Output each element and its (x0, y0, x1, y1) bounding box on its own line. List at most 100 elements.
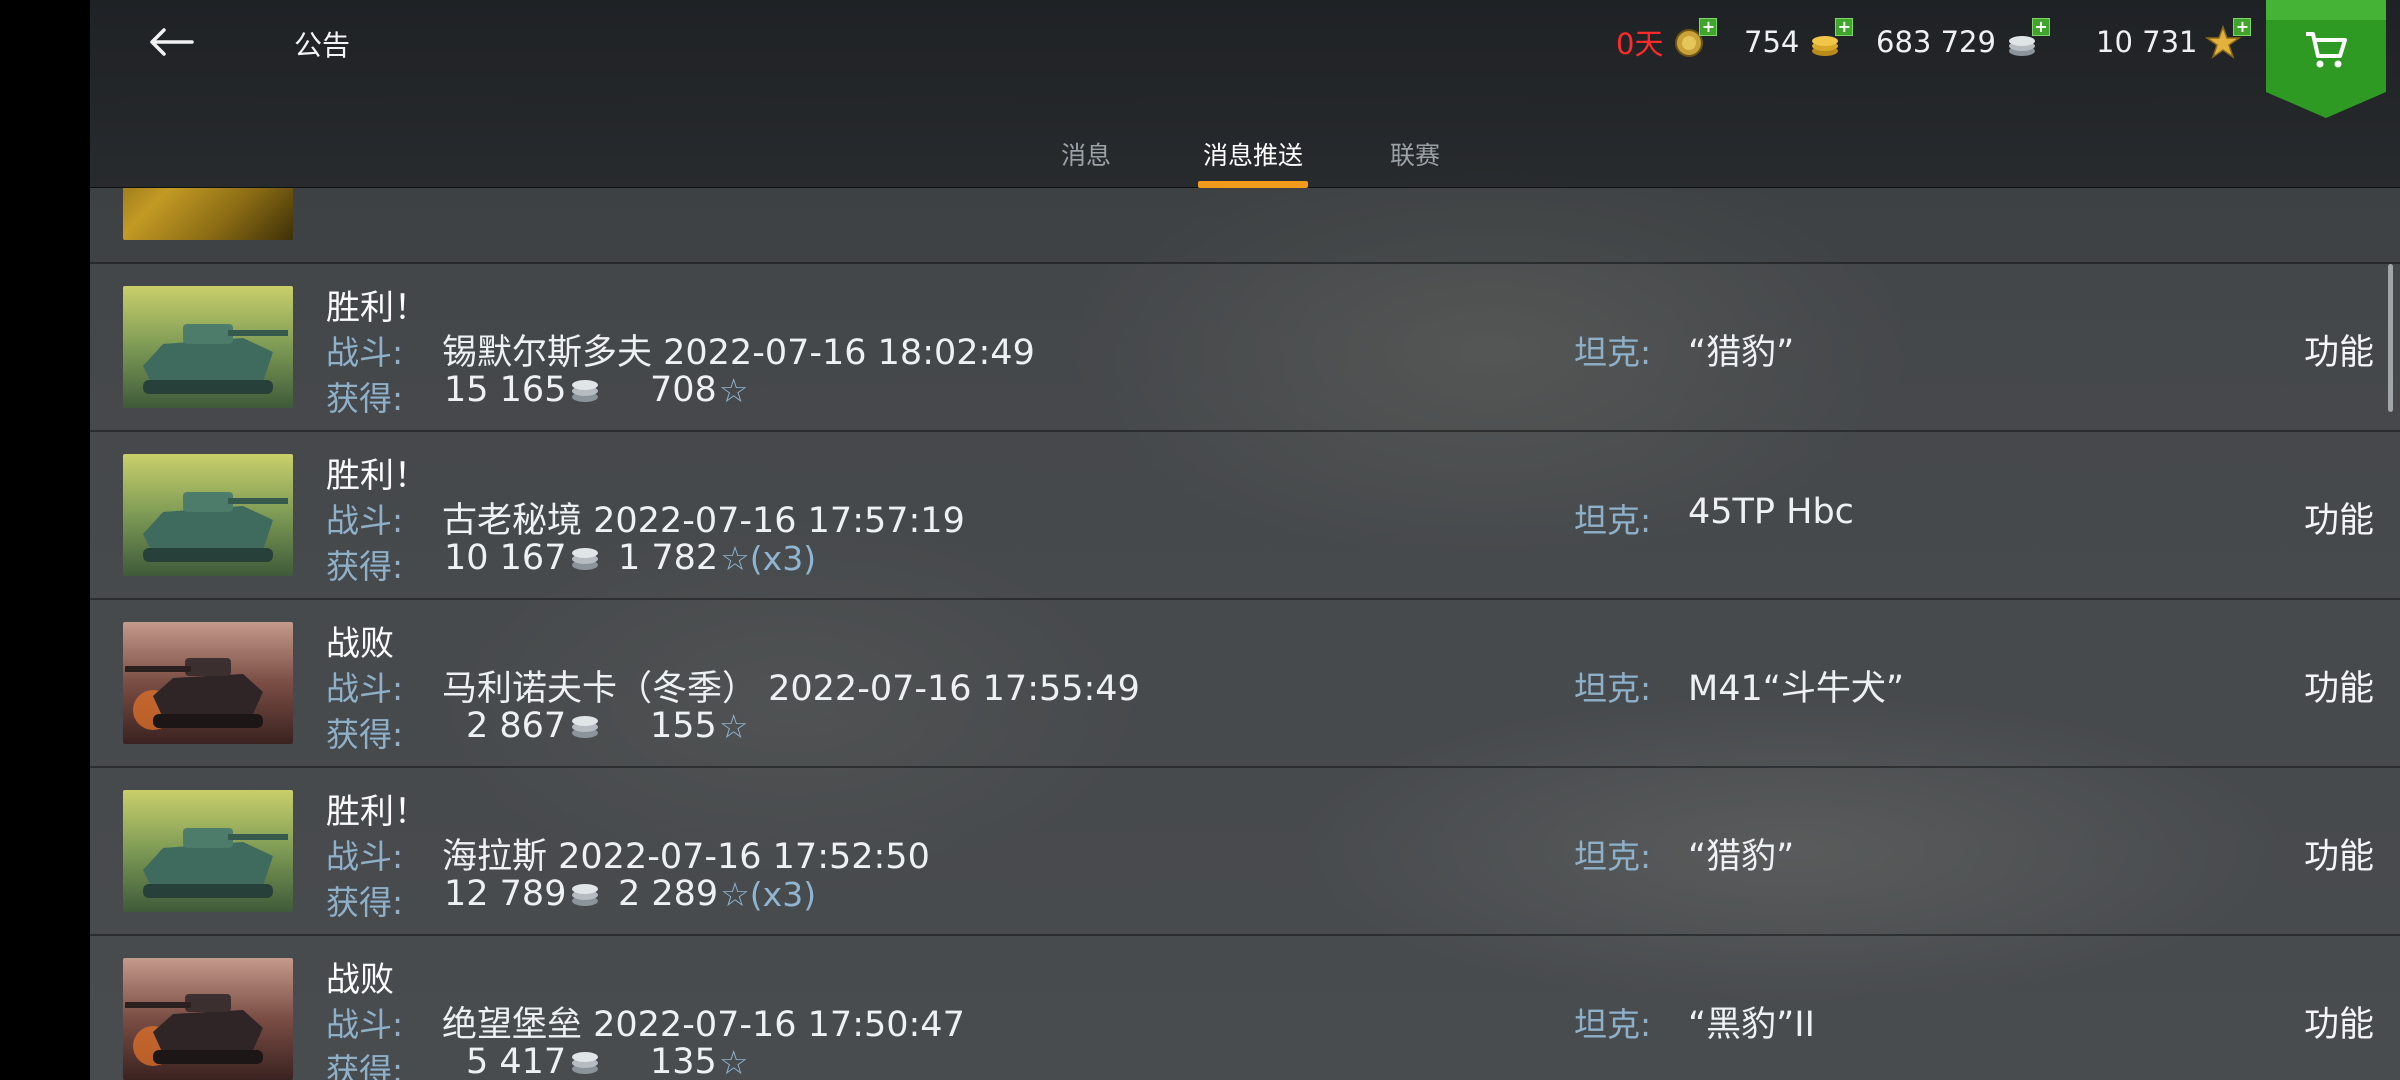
battle-info: 海拉斯 2022-07-16 17:52:50 (442, 837, 930, 877)
tank-label: 坦克: (1574, 1005, 1652, 1044)
shop-button[interactable] (2266, 0, 2386, 118)
credits-earned-value: 2 867 (466, 706, 567, 746)
battle-result: 战败 (326, 960, 394, 1000)
message-list[interactable]: 胜利！ 战斗: 锡默尔斯多夫 2022-07-16 18:02:49 获得: 1… (90, 188, 2400, 1080)
list-item[interactable]: 胜利！ 战斗: 锡默尔斯多夫 2022-07-16 18:02:49 获得: 1… (90, 264, 2400, 432)
tab-push-messages[interactable]: 消息推送 (1198, 128, 1308, 188)
credits-counter[interactable]: 683 729 + (1876, 18, 2050, 64)
battle-info: 锡默尔斯多夫 2022-07-16 18:02:49 (442, 333, 1035, 373)
game-screen: 公告 0天 + 754 + 683 729 + 10 731 + 消息 消息推送… (90, 0, 2400, 1080)
list-item[interactable] (90, 188, 2400, 264)
list-item[interactable]: 战败 战斗: 马利诺夫卡（冬季） 2022-07-16 17:55:49 获得:… (90, 600, 2400, 768)
earned-xp: 708 ☆ (650, 370, 748, 410)
earned-xp: 1 782 ☆ (x3) (618, 538, 816, 578)
battle-info: 绝望堡垒 2022-07-16 17:50:47 (442, 1005, 965, 1045)
add-free-xp-icon[interactable]: + (2233, 18, 2252, 36)
earned-label: 获得: (326, 883, 404, 922)
top-bar: 公告 0天 + 754 + 683 729 + 10 731 + 消息 消息推送… (90, 0, 2400, 188)
function-button[interactable]: 功能 (2304, 660, 2374, 711)
tank-name: “猎豹” (1688, 333, 1795, 373)
tank-name: 45TP Hbc (1688, 492, 1854, 532)
add-gold-icon[interactable]: + (1835, 18, 1854, 36)
victory-thumbnail (123, 790, 293, 912)
add-credits-icon[interactable]: + (2031, 18, 2050, 36)
victory-thumbnail (123, 286, 293, 408)
battle-info: 马利诺夫卡（冬季） 2022-07-16 17:55:49 (442, 669, 1140, 709)
xp-earned-value: 2 289 (618, 874, 719, 914)
credits-earned-value: 10 167 (444, 538, 567, 578)
silver-coin-icon (572, 380, 599, 402)
tank-label: 坦克: (1574, 837, 1652, 876)
xp-star-icon: ☆ (718, 706, 749, 746)
battle-result: 胜利！ (326, 456, 428, 496)
xp-star-icon: ☆ (718, 370, 749, 410)
credits-earned-value: 15 165 (444, 370, 567, 410)
tank-name: M41“斗牛犬” (1688, 669, 1904, 709)
xp-multiplier: (x3) (749, 874, 817, 914)
premium-medal-icon: + (1671, 18, 1718, 60)
star-icon: + (2205, 18, 2252, 60)
battle-result: 胜利！ (326, 792, 428, 832)
victory-thumbnail (123, 454, 293, 576)
free-xp-counter[interactable]: 10 731 + (2096, 18, 2252, 64)
function-button[interactable]: 功能 (2304, 996, 2374, 1047)
tab-messages-label: 消息 (1060, 141, 1111, 170)
premium-days-value: 0天 (1616, 27, 1664, 61)
battle-label: 战斗: (326, 501, 404, 540)
list-item[interactable]: 胜利！ 战斗: 古老秘境 2022-07-16 17:57:19 获得: 10 … (90, 432, 2400, 600)
credits-earned-value: 5 417 (466, 1042, 567, 1080)
gold-value: 754 (1744, 25, 1800, 59)
credits-value: 683 729 (1876, 25, 1996, 59)
earned-label: 获得: (326, 1051, 404, 1080)
xp-earned-value: 708 (650, 370, 717, 410)
silver-coin-icon (572, 548, 599, 570)
list-item[interactable]: 战败 战斗: 绝望堡垒 2022-07-16 17:50:47 获得: 5 41… (90, 936, 2400, 1080)
back-button[interactable] (138, 18, 206, 66)
xp-earned-value: 155 (650, 706, 717, 746)
function-button[interactable]: 功能 (2304, 828, 2374, 879)
battle-result: 战败 (326, 624, 394, 664)
scrollbar[interactable] (2388, 264, 2393, 412)
earned-credits: 15 165 (444, 370, 602, 410)
tab-league-label: 联赛 (1389, 141, 1440, 170)
earned-credits: 12 789 (444, 874, 602, 914)
xp-star-icon: ☆ (720, 538, 750, 578)
crate-thumbnail (123, 188, 293, 240)
earned-xp: 2 289 ☆ (x3) (618, 874, 816, 914)
xp-earned-value: 135 (650, 1042, 717, 1080)
xp-earned-value: 1 782 (618, 538, 719, 578)
tank-name: “黑豹”II (1688, 1005, 1815, 1045)
tank-label: 坦克: (1574, 669, 1652, 708)
defeat-thumbnail (123, 958, 293, 1080)
battle-result: 胜利！ (326, 288, 428, 328)
page-title: 公告 (294, 29, 351, 62)
battle-label: 战斗: (326, 333, 404, 372)
premium-days-counter[interactable]: 0天 + (1616, 18, 1718, 64)
tab-push-messages-label: 消息推送 (1202, 141, 1303, 170)
add-premium-icon[interactable]: + (1699, 18, 1718, 36)
earned-credits: 5 417 (466, 1042, 602, 1080)
battle-label: 战斗: (326, 1005, 404, 1044)
earned-credits: 10 167 (444, 538, 602, 578)
silver-coin-icon (572, 716, 599, 738)
silver-coins-icon: + (2004, 18, 2050, 60)
credits-earned-value: 12 789 (444, 874, 567, 914)
battle-info: 古老秘境 2022-07-16 17:57:19 (442, 501, 965, 541)
list-item[interactable]: 胜利！ 战斗: 海拉斯 2022-07-16 17:52:50 获得: 12 7… (90, 768, 2400, 936)
gold-counter[interactable]: 754 + (1744, 18, 1854, 64)
tab-messages[interactable]: 消息 (1040, 128, 1132, 188)
back-arrow-icon (150, 28, 194, 56)
gold-coins-icon: + (1807, 18, 1854, 60)
xp-star-icon: ☆ (718, 1042, 749, 1080)
free-xp-value: 10 731 (2096, 25, 2198, 59)
function-button[interactable]: 功能 (2304, 492, 2374, 543)
function-button[interactable]: 功能 (2304, 324, 2374, 375)
battle-label: 战斗: (326, 669, 404, 708)
tab-league[interactable]: 联赛 (1380, 128, 1450, 188)
active-tab-indicator (1198, 181, 1308, 188)
defeat-thumbnail (123, 622, 293, 744)
earned-label: 获得: (326, 379, 404, 418)
earned-xp: 155 ☆ (650, 706, 748, 746)
silver-coin-icon (572, 1052, 599, 1074)
earned-label: 获得: (326, 547, 404, 586)
